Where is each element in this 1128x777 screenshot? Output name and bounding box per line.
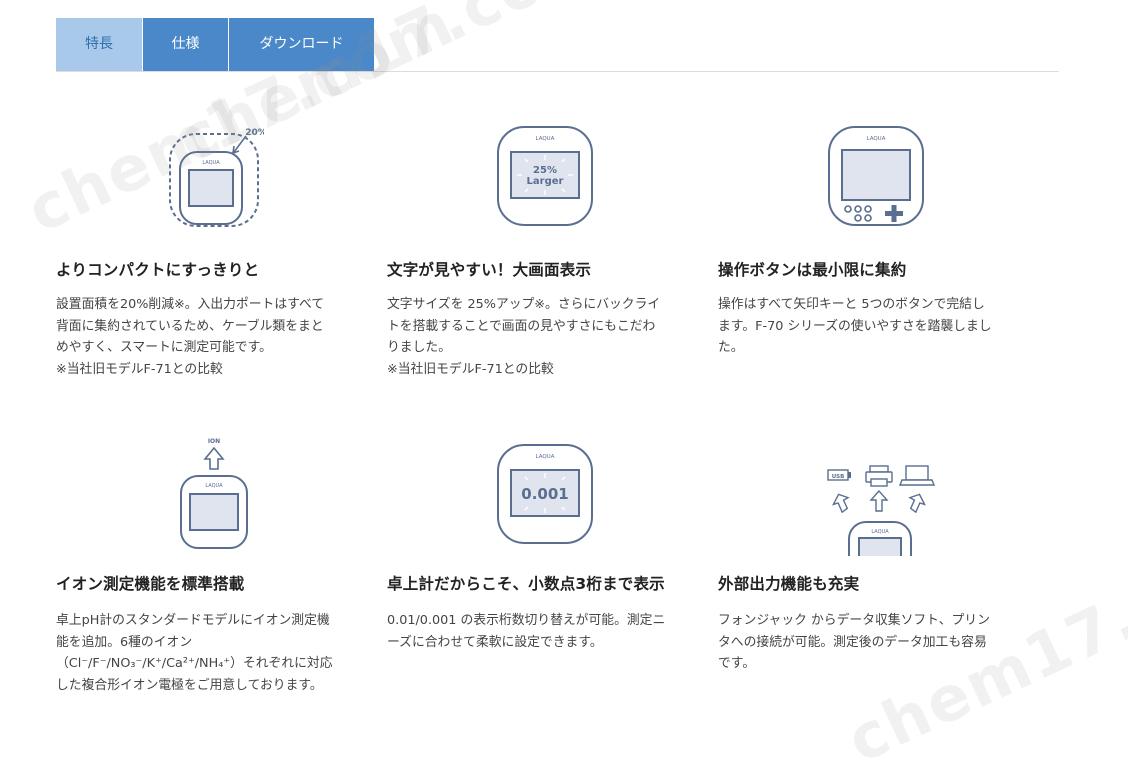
feature-description: 0.01/0.001 の表示桁数切り替えが可能。測定ニ ーズに合わせて柔軟に設定… (387, 613, 666, 650)
ion-device-icon: ION LAQUA (180, 438, 248, 549)
svg-text:25%: 25% (533, 165, 557, 176)
reduction-badge: 20% (245, 128, 264, 138)
laptop-icon (898, 465, 936, 486)
svg-text:LAQUA: LAQUA (536, 136, 555, 142)
feature-description: 文字サイズを 25%アップ※。さらにバックライ トを搭載することで画面の見やすさ… (387, 297, 661, 377)
feature-description: 設置面積を20%削減※。入出力ポートはすべて 背面に集約されているため、ケーブル… (56, 297, 325, 377)
decimal-device-icon: LAQUA 0.001 (497, 444, 593, 544)
svg-text:LAQUA: LAQUA (871, 529, 889, 535)
feature-description: 卓上pH計のスタンダードモデルにイオン測定機 能を追加。6種のイオン （Cl⁻/… (56, 613, 333, 693)
feature-description: フォンジャック からデータ収集ソフト、プリン タへの接続が可能。測定後のデータ加… (718, 613, 990, 671)
feature-title: 操作ボタンは最小限に集約 (718, 261, 907, 279)
tab-features[interactable]: 特長 (56, 18, 142, 71)
output-device-icon: USB LAQUA (827, 465, 936, 556)
feature-description: 操作はすべて矢印キーと 5つのボタンで完結し ます。F-70 シリーズの使いやす… (718, 297, 992, 355)
printer-icon (865, 465, 893, 487)
tab-download[interactable]: ダウンロード (229, 18, 374, 71)
svg-text:LAQUA: LAQUA (536, 454, 555, 460)
compact-device-icon: LAQUA 20% (169, 128, 264, 227)
large-screen-device-icon: LAQUA 25% Larger (497, 126, 593, 226)
svg-text:LAQUA: LAQUA (867, 136, 886, 142)
svg-text:Larger: Larger (527, 176, 564, 187)
tab-bar: 特長 仕様 ダウンロード (56, 18, 1059, 72)
svg-text:LAQUA: LAQUA (202, 160, 220, 166)
tab-specifications[interactable]: 仕様 (143, 18, 228, 71)
feature-title: よりコンパクトにすっきりと (56, 261, 260, 279)
usb-icon: USB (832, 474, 845, 480)
feature-title: 外部出力機能も充実 (718, 575, 860, 593)
feature-title: イオン測定機能を標準搭載 (56, 575, 245, 593)
svg-text:LAQUA: LAQUA (205, 483, 223, 489)
feature-title: 卓上計だからこそ、小数点3桁まで表示 (387, 575, 665, 593)
ion-badge: ION (208, 438, 220, 445)
svg-text:0.001: 0.001 (521, 485, 568, 503)
buttons-device-icon: LAQUA (828, 126, 924, 226)
feature-title: 文字が見やすい！大画面表示 (387, 261, 592, 279)
